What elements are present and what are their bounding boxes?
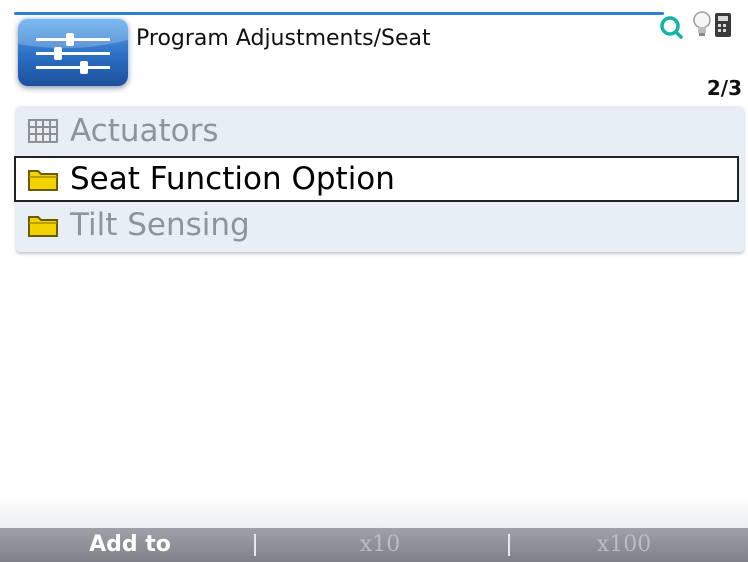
page-indicator: 2/3 <box>706 76 742 100</box>
screen: Program Adjustments/Seat 2/3 Actuators S… <box>0 0 748 562</box>
folder-icon <box>24 210 62 240</box>
softkey-separator <box>254 534 256 556</box>
softkey-bar: Add to x10 x100 <box>0 528 748 562</box>
search-icon <box>660 16 683 39</box>
menu-item-seat-function-option[interactable]: Seat Function Option <box>14 156 739 202</box>
calculator-icon <box>715 13 731 37</box>
softkey-fade <box>0 496 748 528</box>
menu-item-actuators[interactable]: Actuators <box>16 108 744 154</box>
softkey-x100[interactable]: x100 <box>534 528 714 562</box>
softkey-separator <box>508 534 510 556</box>
menu-item-label: Actuators <box>70 113 219 149</box>
grid-icon <box>24 116 62 146</box>
folder-icon <box>24 164 62 194</box>
menu-item-label: Seat Function Option <box>70 161 395 197</box>
menu-list: Actuators Seat Function Option Tilt Sens… <box>14 106 744 252</box>
status-icons <box>658 6 748 42</box>
header-divider <box>14 12 664 15</box>
page-title: Program Adjustments/Seat <box>136 26 431 51</box>
menu-item-label: Tilt Sensing <box>70 207 250 243</box>
lightbulb-icon <box>693 11 711 36</box>
softkey-add-to[interactable]: Add to <box>40 528 220 562</box>
softkey-x10[interactable]: x10 <box>290 528 470 562</box>
sliders-icon <box>18 18 128 86</box>
menu-item-tilt-sensing[interactable]: Tilt Sensing <box>16 202 744 248</box>
